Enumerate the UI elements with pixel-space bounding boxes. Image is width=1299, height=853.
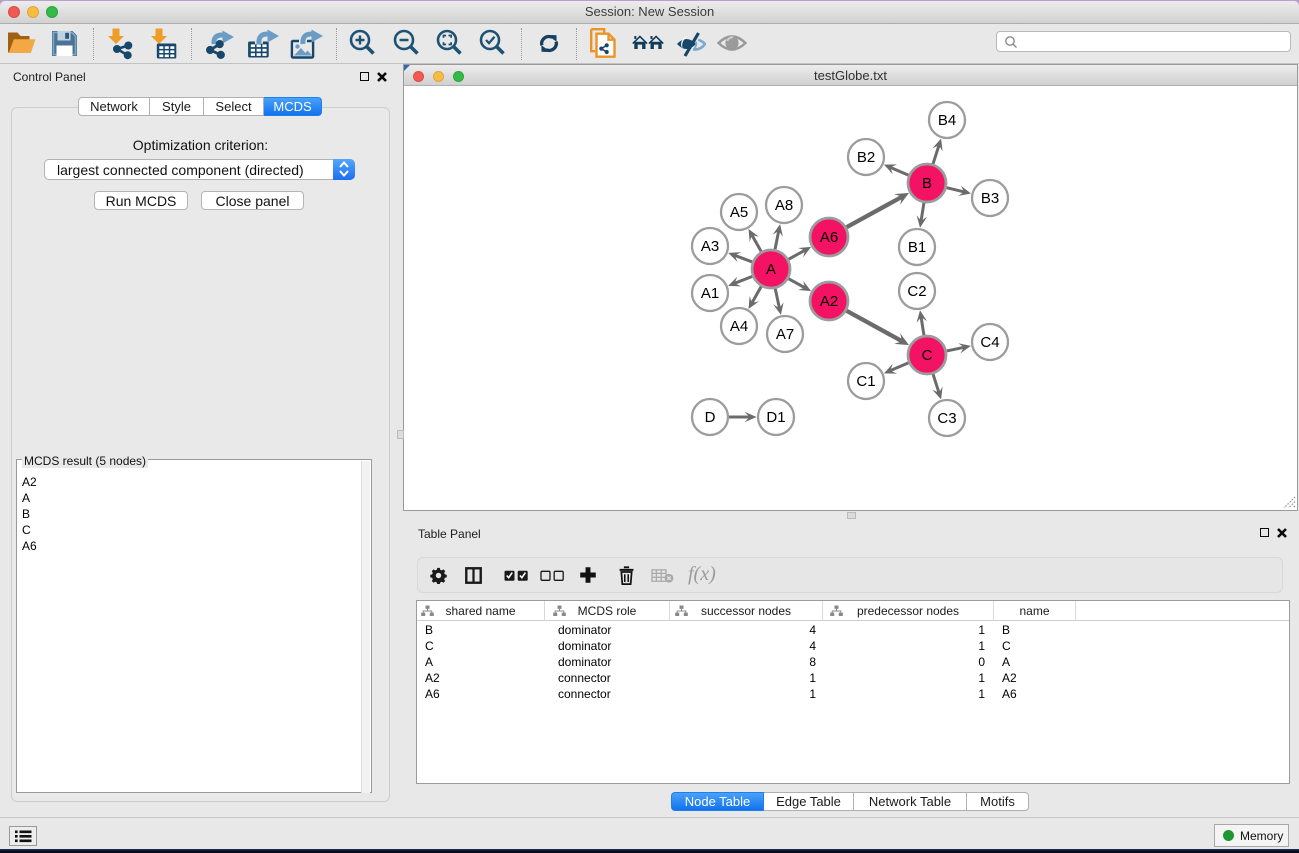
svg-text:A4: A4 (730, 318, 748, 335)
svg-text:B: B (922, 175, 932, 192)
svg-text:A6: A6 (820, 229, 838, 246)
svg-text:C1: C1 (856, 373, 875, 390)
svg-text:A5: A5 (730, 204, 748, 221)
svg-text:B1: B1 (908, 239, 926, 256)
svg-text:D1: D1 (766, 409, 785, 426)
svg-text:A1: A1 (701, 285, 719, 302)
svg-text:B4: B4 (938, 112, 956, 129)
svg-text:A2: A2 (820, 293, 838, 310)
svg-text:B2: B2 (857, 149, 875, 166)
svg-text:A3: A3 (701, 238, 719, 255)
svg-text:C: C (922, 347, 933, 364)
svg-text:C2: C2 (907, 283, 926, 300)
svg-text:A8: A8 (775, 197, 793, 214)
svg-text:A: A (766, 261, 776, 278)
svg-text:D: D (705, 409, 716, 426)
svg-text:B3: B3 (981, 190, 999, 207)
svg-text:C4: C4 (980, 334, 999, 351)
svg-text:C3: C3 (937, 410, 956, 427)
svg-text:A7: A7 (776, 326, 794, 343)
